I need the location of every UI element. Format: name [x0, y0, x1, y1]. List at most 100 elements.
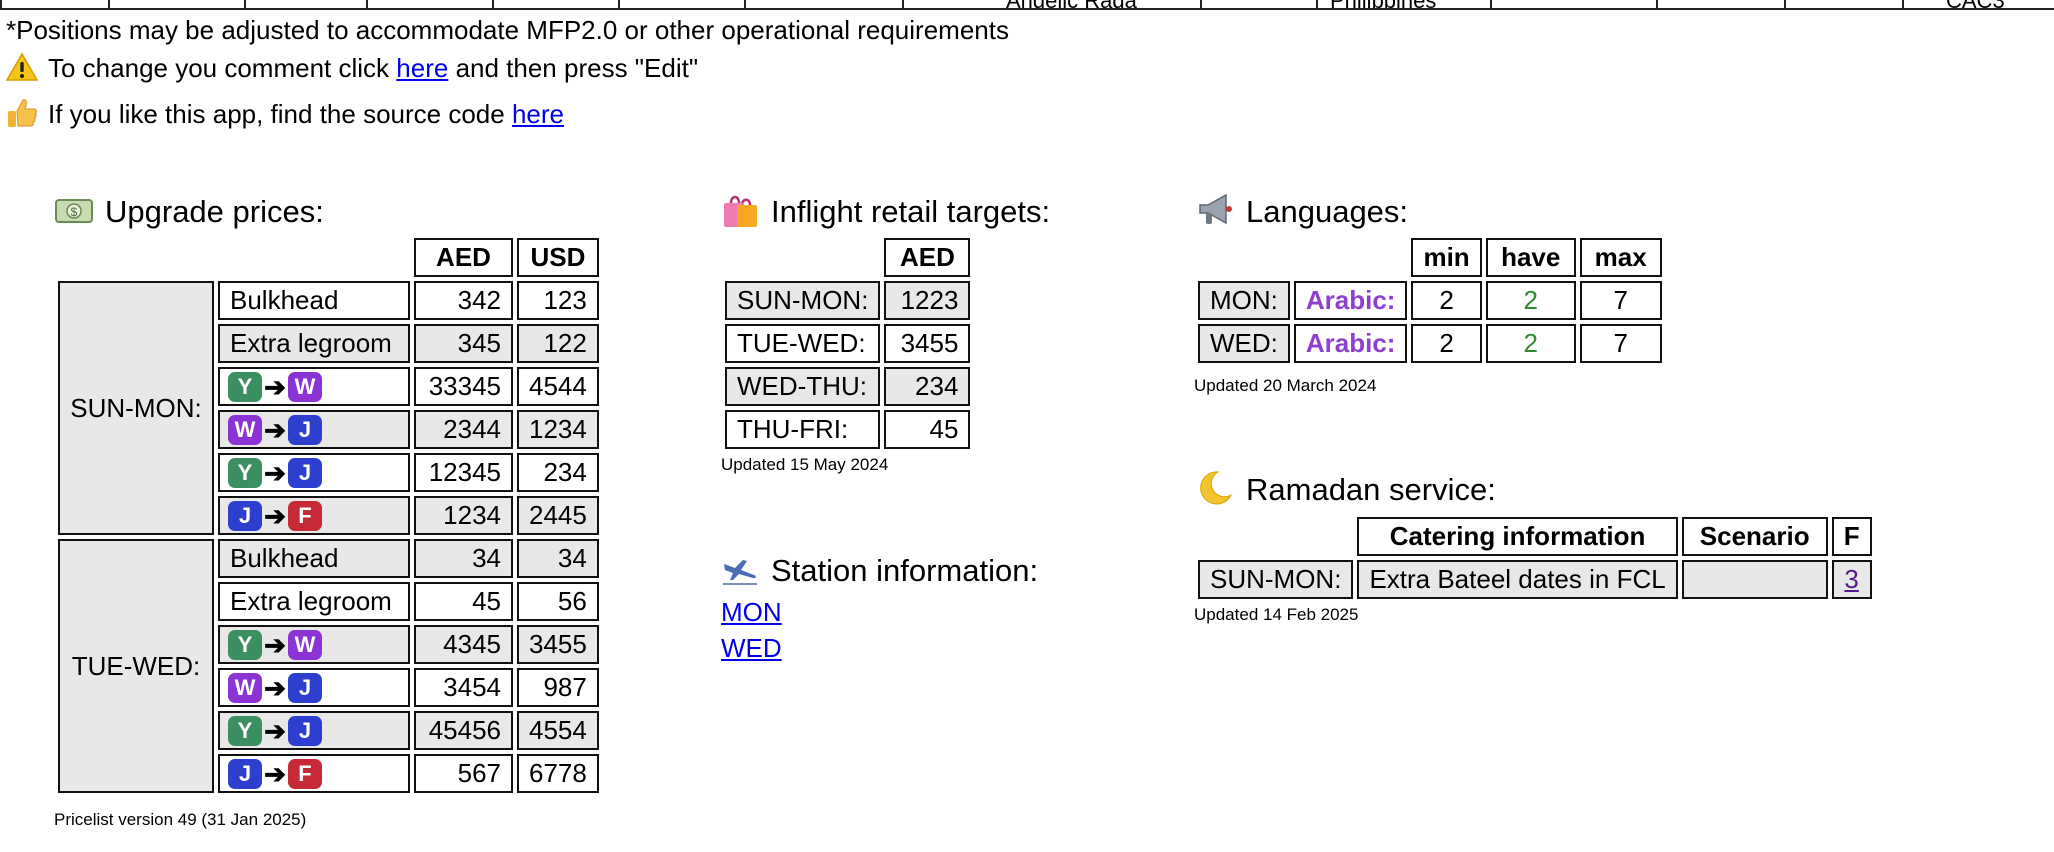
table-cell — [492, 0, 620, 10]
cabin-badge: W — [228, 673, 262, 704]
price-aed: 345 — [414, 324, 513, 363]
positions-note: *Positions may be adjusted to accommodat… — [6, 15, 1009, 45]
upgrade-type-label: Extra legroom — [218, 324, 410, 363]
cabin-badge: J — [288, 673, 322, 704]
source-code-link[interactable]: here — [512, 99, 564, 129]
cabin-badge: W — [288, 630, 322, 661]
cabin-badge: W — [228, 415, 262, 446]
table-cell — [618, 0, 746, 10]
inflight-retail-title: Inflight retail targets: — [771, 194, 1051, 229]
price-usd: 123 — [517, 281, 599, 320]
languages-title: Languages: — [1246, 194, 1409, 229]
table-row: SUN-MON: Bulkhead 342 123 — [58, 281, 599, 535]
source-note: If you like this app, find the source co… — [6, 98, 564, 130]
column-header-usd: USD — [517, 238, 599, 277]
price-aed: 45 — [414, 582, 513, 621]
column-header-aed: AED — [884, 238, 971, 277]
table-row: WED: Arabic: 2 2 7 — [1198, 324, 1662, 363]
arrow-icon: ➔ — [264, 500, 286, 531]
cabin-badge: F — [288, 759, 322, 790]
empty-cell — [218, 238, 410, 277]
languages-table: min have max MON: Arabic: 2 2 7 WED: Arabic: 2 2… — [1194, 234, 1666, 367]
arrow-icon: ➔ — [264, 758, 286, 789]
price-usd: 2445 — [517, 496, 599, 535]
money-icon: $ — [55, 199, 93, 223]
scenario-cell — [1681, 560, 1828, 599]
table-cell — [244, 0, 368, 10]
table-cell: CAC3 — [1902, 0, 2054, 10]
table-cell — [0, 0, 110, 10]
thumbs-up-icon — [8, 99, 37, 127]
station-link-mon[interactable]: MON — [721, 597, 782, 627]
cabin-badge: J — [288, 415, 322, 446]
column-header-max: max — [1579, 238, 1662, 277]
f-count-link[interactable]: 3 — [1844, 564, 1858, 594]
day-label: MON: — [1198, 281, 1290, 320]
cabin-upgrade-pair: W ➔ J — [218, 410, 410, 449]
day-label: TUE-WED: — [725, 324, 881, 363]
empty-cell — [58, 238, 214, 277]
price-usd: 56 — [517, 582, 599, 621]
cabin-badge: J — [228, 759, 262, 790]
arrow-icon: ➔ — [264, 371, 286, 402]
upgrade-prices-title: Upgrade prices: — [105, 194, 324, 229]
svg-text:$: $ — [71, 205, 78, 219]
upgrade-type-label: Bulkhead — [218, 539, 410, 578]
f-cell: 3 — [1831, 560, 1872, 599]
upgrade-prices-heading: $ Upgrade prices: — [55, 191, 324, 230]
price-aed: 567 — [414, 754, 513, 793]
retail-updated: Updated 15 May 2024 — [721, 455, 889, 474]
price-usd: 1234 — [517, 410, 599, 449]
arrow-icon: ➔ — [264, 715, 286, 746]
price-aed: 33345 — [414, 367, 513, 406]
table-cell — [1656, 0, 1786, 10]
table-row: SUN-MON: Extra Bateel dates in FCL 3 — [1198, 560, 1872, 599]
price-aed: 34 — [414, 539, 513, 578]
station-link-wed[interactable]: WED — [721, 633, 782, 663]
table-row: TUE-WED: Bulkhead 34 34 — [58, 539, 599, 793]
airplane-icon — [723, 560, 757, 585]
price-aed: 1234 — [414, 496, 513, 535]
group-label: SUN-MON: — [58, 281, 214, 535]
price-aed: 342 — [414, 281, 513, 320]
table-row: SUN-MON: 1223 — [725, 281, 971, 320]
table-cell — [1490, 0, 1658, 10]
table-cell — [366, 0, 494, 10]
table-row: MON: Arabic: 2 2 7 — [1198, 281, 1662, 320]
cabin-upgrade-pair: Y ➔ J — [218, 711, 410, 750]
edit-comment-link[interactable]: here — [396, 53, 448, 83]
empty-cell — [1198, 238, 1290, 277]
retail-target-value: 234 — [884, 367, 971, 406]
day-label: WED: — [1198, 324, 1290, 363]
table-header-row: AED USD — [58, 238, 599, 277]
cabin-badge: F — [288, 501, 322, 532]
station-info-title: Station information: — [771, 553, 1039, 588]
pricelist-version: Pricelist version 49 (31 Jan 2025) — [54, 810, 307, 829]
price-aed: 12345 — [414, 453, 513, 492]
table-cell — [1200, 0, 1318, 10]
cell-text: Angelic Raga — [1006, 0, 1137, 8]
ramadan-title: Ramadan service: — [1246, 472, 1496, 507]
table-cell: Philippines — [1316, 0, 1492, 10]
cabin-badge: Y — [228, 372, 262, 403]
language-max: 7 — [1579, 281, 1662, 320]
cabin-upgrade-pair: Y ➔ W — [218, 625, 410, 664]
retail-target-value: 1223 — [884, 281, 971, 320]
inflight-retail-heading: Inflight retail targets: — [721, 191, 1050, 230]
station-info-heading: Station information: — [721, 550, 1038, 589]
price-usd: 987 — [517, 668, 599, 707]
cell-text: Philippines — [1330, 0, 1436, 8]
arrow-icon: ➔ — [264, 629, 286, 660]
language-name: Arabic: — [1293, 281, 1408, 320]
price-usd: 34 — [517, 539, 599, 578]
column-header-catering: Catering information — [1357, 517, 1678, 556]
arrow-icon: ➔ — [264, 457, 286, 488]
empty-cell — [1198, 517, 1353, 556]
station-links: MON WED — [721, 594, 782, 666]
top-table-remnant: Angelic Raga Philippines CAC3 — [0, 0, 2054, 12]
cabin-badge: Y — [228, 630, 262, 661]
arrow-icon: ➔ — [264, 672, 286, 703]
catering-info: Extra Bateel dates in FCL — [1357, 560, 1678, 599]
cell-text: CAC3 — [1946, 0, 2005, 8]
column-header-f: F — [1831, 517, 1872, 556]
